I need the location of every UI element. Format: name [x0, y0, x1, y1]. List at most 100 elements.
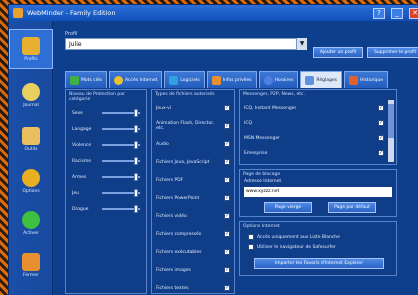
category-label: Jeu [72, 190, 79, 196]
checkbox[interactable] [224, 123, 230, 129]
checkbox[interactable] [378, 135, 384, 141]
sidebar-item-options[interactable]: Options [9, 161, 53, 201]
slider-thumb[interactable] [134, 141, 139, 149]
checkbox[interactable] [224, 231, 230, 237]
file-type-row[interactable]: Fichiers compressés [156, 226, 230, 242]
sidebar-item-profiles[interactable]: Profils [9, 29, 53, 69]
checkbox[interactable] [378, 105, 384, 111]
protection-panel-title: Niveau de Protection par catégorie [69, 92, 125, 102]
tab-history[interactable]: Historique [343, 71, 389, 88]
slider-thumb[interactable] [134, 109, 139, 117]
file-type-row[interactable]: Animation Flash, Director, etc. [156, 118, 230, 134]
tab-label: Infos privées [222, 77, 252, 83]
checkbox[interactable] [224, 141, 230, 147]
file-type-row[interactable]: Fichiers exécutables [156, 244, 230, 260]
sidebar-item-activate[interactable]: Activer [9, 203, 53, 243]
slider-thumb[interactable] [134, 125, 139, 133]
file-type-row[interactable]: Fichiers PDF [156, 172, 230, 188]
option-browser[interactable]: Utiliser le navigateur de Safesurfer [248, 244, 336, 250]
add-profile-button[interactable]: Ajouter un profil [313, 47, 363, 58]
file-type-label: Audio [156, 141, 169, 147]
sidebar-item-journal[interactable]: Journal [9, 75, 53, 115]
address-input[interactable]: www.xyzzz.net [244, 187, 392, 197]
messaging-label: Emesprise [244, 150, 268, 156]
protection-slider[interactable] [102, 125, 140, 133]
tab-private-info[interactable]: Infos privées [206, 71, 257, 88]
history-icon [348, 75, 358, 85]
file-type-row[interactable]: Fichiers vidéo [156, 208, 230, 224]
file-type-row[interactable]: Fichiers PowerPoint [156, 190, 230, 206]
clock-icon [263, 75, 273, 85]
messaging-row[interactable]: MSN Messenger [244, 130, 384, 146]
protection-slider[interactable] [102, 189, 140, 197]
checkbox[interactable] [224, 249, 230, 255]
protection-slider-row: Racisme [72, 156, 140, 166]
option-whitelist[interactable]: Accès uniquement aux Liste Blanche [248, 234, 340, 240]
tab-keywords[interactable]: Mots clés [65, 71, 108, 88]
file-type-row[interactable]: Fichiers textes [156, 280, 230, 295]
tab-label: Historique [359, 77, 384, 83]
protection-slider[interactable] [102, 173, 140, 181]
file-type-label: Jeux-vi [156, 105, 172, 111]
messaging-scrollbar[interactable] [388, 100, 394, 162]
slider-thumb[interactable] [134, 173, 139, 181]
import-favorites-button[interactable]: Importer les Favoris d'Internet Explorer [254, 258, 384, 269]
checkbox[interactable] [224, 213, 230, 219]
checkbox[interactable] [378, 150, 384, 156]
sidebar-item-close[interactable]: Fermer [9, 245, 53, 285]
main-area: Profil Julie ▼ Ajouter un profil Supprim… [55, 21, 418, 295]
checkbox[interactable] [248, 244, 254, 250]
messaging-row[interactable]: ICQ, Instant Messenger [244, 100, 384, 116]
file-type-row[interactable]: Audio [156, 136, 230, 152]
slider-thumb[interactable] [134, 205, 139, 213]
checkbox[interactable] [378, 120, 384, 126]
profile-label: Profil [65, 31, 78, 37]
tab-label: Logiciels [180, 77, 200, 83]
file-type-row[interactable]: Jeux-vi [156, 100, 230, 116]
help-button[interactable]: ? [373, 7, 385, 19]
tab-label: Accès Internet [125, 77, 158, 83]
checkbox[interactable] [248, 234, 254, 240]
protection-slider[interactable] [102, 109, 140, 117]
profile-select[interactable]: Julie [65, 38, 297, 50]
protection-slider[interactable] [102, 141, 140, 149]
scroll-thumb[interactable] [388, 104, 394, 138]
protection-slider-row: Jeu [72, 188, 140, 198]
messaging-row[interactable]: ICQ [244, 115, 384, 131]
sidebar-item-label: Journal [23, 102, 39, 108]
checkbox[interactable] [224, 159, 230, 165]
tab-schedule[interactable]: Horaires [258, 71, 299, 88]
slider-thumb[interactable] [134, 189, 139, 197]
tab-internet-access[interactable]: Accès Internet [109, 71, 163, 88]
delete-profile-button[interactable]: Supprimer le profil [367, 47, 418, 58]
sidebar-item-tools[interactable]: Outils [9, 119, 53, 159]
app-icon [169, 75, 179, 85]
close-button[interactable]: ✕ [409, 7, 418, 19]
people-icon [22, 82, 40, 101]
app-window: WebMinder - Family Edition ? _ ✕ Profils… [8, 4, 418, 295]
chevron-down-icon[interactable]: ▼ [297, 38, 307, 50]
protection-slider[interactable] [102, 205, 140, 213]
blocking-page-title: Page de blocage [243, 172, 281, 177]
slider-thumb[interactable] [134, 157, 139, 165]
lock-icon [211, 75, 221, 85]
checkbox[interactable] [224, 267, 230, 273]
minimize-button[interactable]: _ [391, 7, 403, 19]
tab-settings[interactable]: Réglages [300, 71, 342, 88]
file-type-label: Fichiers PDF [156, 177, 184, 183]
file-type-row[interactable]: Fichiers images [156, 262, 230, 278]
blocking-page-panel: Page de blocage Adresse Internet www.xyz… [239, 169, 397, 217]
checkbox[interactable] [224, 195, 230, 201]
file-type-label: Fichiers PowerPoint [156, 195, 200, 201]
checkbox[interactable] [224, 177, 230, 183]
tab-software[interactable]: Logiciels [164, 71, 205, 88]
checkbox[interactable] [224, 285, 230, 291]
default-page-button[interactable]: Page par défaut [328, 202, 376, 213]
protection-slider[interactable] [102, 157, 140, 165]
blank-page-button[interactable]: Page vierge [264, 202, 312, 213]
file-type-label: Fichiers compressés [156, 231, 202, 237]
file-type-row[interactable]: Fichiers Java, JavaScript [156, 154, 230, 170]
messaging-row[interactable]: Emesprise [244, 145, 384, 161]
checkbox[interactable] [224, 105, 230, 111]
messaging-label: ICQ, Instant Messenger [244, 105, 297, 111]
